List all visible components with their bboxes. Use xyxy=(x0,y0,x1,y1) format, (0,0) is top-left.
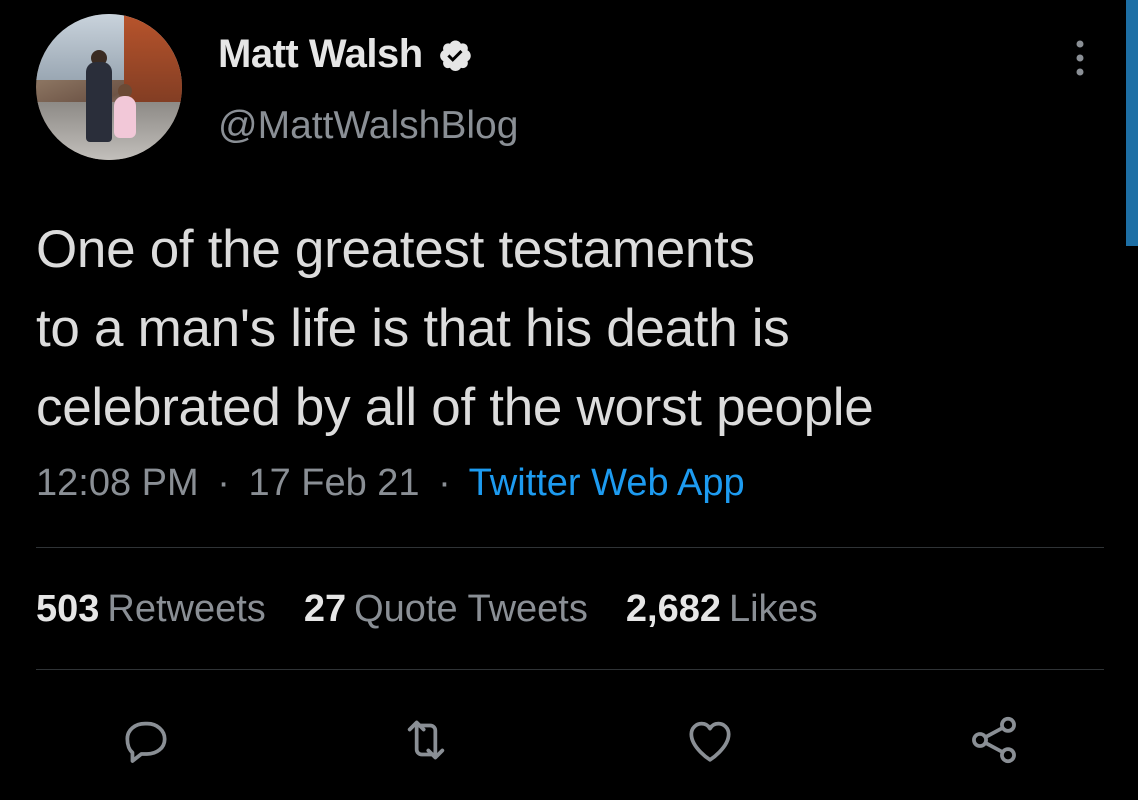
tweet-line: to a man's life is that his death is xyxy=(36,299,790,358)
share-icon[interactable] xyxy=(966,712,1022,768)
retweets-count: 503 xyxy=(36,588,100,630)
likes-stat[interactable]: 2,682 Likes xyxy=(626,588,818,631)
author-handle[interactable]: @MattWalshBlog xyxy=(218,104,518,148)
divider xyxy=(36,669,1104,670)
quotes-count: 27 xyxy=(303,588,347,630)
tweet-line: One of the greatest testaments xyxy=(36,220,755,279)
quotes-stat[interactable]: 27 Quote Tweets xyxy=(304,588,588,631)
avatar-girl xyxy=(114,96,136,138)
tweet-text: One of the greatest testaments to a man'… xyxy=(36,210,1096,447)
retweets-stat[interactable]: 503 Retweets xyxy=(36,588,266,631)
verified-badge-icon xyxy=(437,37,473,73)
tweet-line: celebrated by all of the worst people xyxy=(36,378,874,437)
avatar-man xyxy=(86,62,112,142)
scrollbar[interactable] xyxy=(1126,0,1138,246)
likes-label: Likes xyxy=(728,588,818,630)
more-vertical-icon[interactable] xyxy=(1070,38,1090,78)
tweet-source-link[interactable]: Twitter Web App xyxy=(469,462,745,504)
retweets-label: Retweets xyxy=(107,588,266,630)
quotes-label: Quote Tweets xyxy=(354,588,588,630)
likes-count: 2,682 xyxy=(625,588,721,630)
tweet-stats: 503 Retweets 27 Quote Tweets 2,682 Likes xyxy=(36,588,818,631)
author-avatar[interactable] xyxy=(36,14,182,160)
meta-separator: · xyxy=(217,462,230,504)
meta-separator: · xyxy=(438,462,451,504)
reply-icon[interactable] xyxy=(118,712,174,768)
tweet-date[interactable]: 17 Feb 21 xyxy=(248,462,419,504)
heart-icon[interactable] xyxy=(682,712,738,768)
tweet-meta: 12:08 PM · 17 Feb 21 · Twitter Web App xyxy=(36,462,745,505)
author-name[interactable]: Matt Walsh xyxy=(218,32,423,77)
retweet-icon[interactable] xyxy=(398,712,454,768)
divider xyxy=(36,547,1104,548)
tweet-time[interactable]: 12:08 PM xyxy=(36,462,199,504)
author-name-row: Matt Walsh xyxy=(218,32,473,77)
